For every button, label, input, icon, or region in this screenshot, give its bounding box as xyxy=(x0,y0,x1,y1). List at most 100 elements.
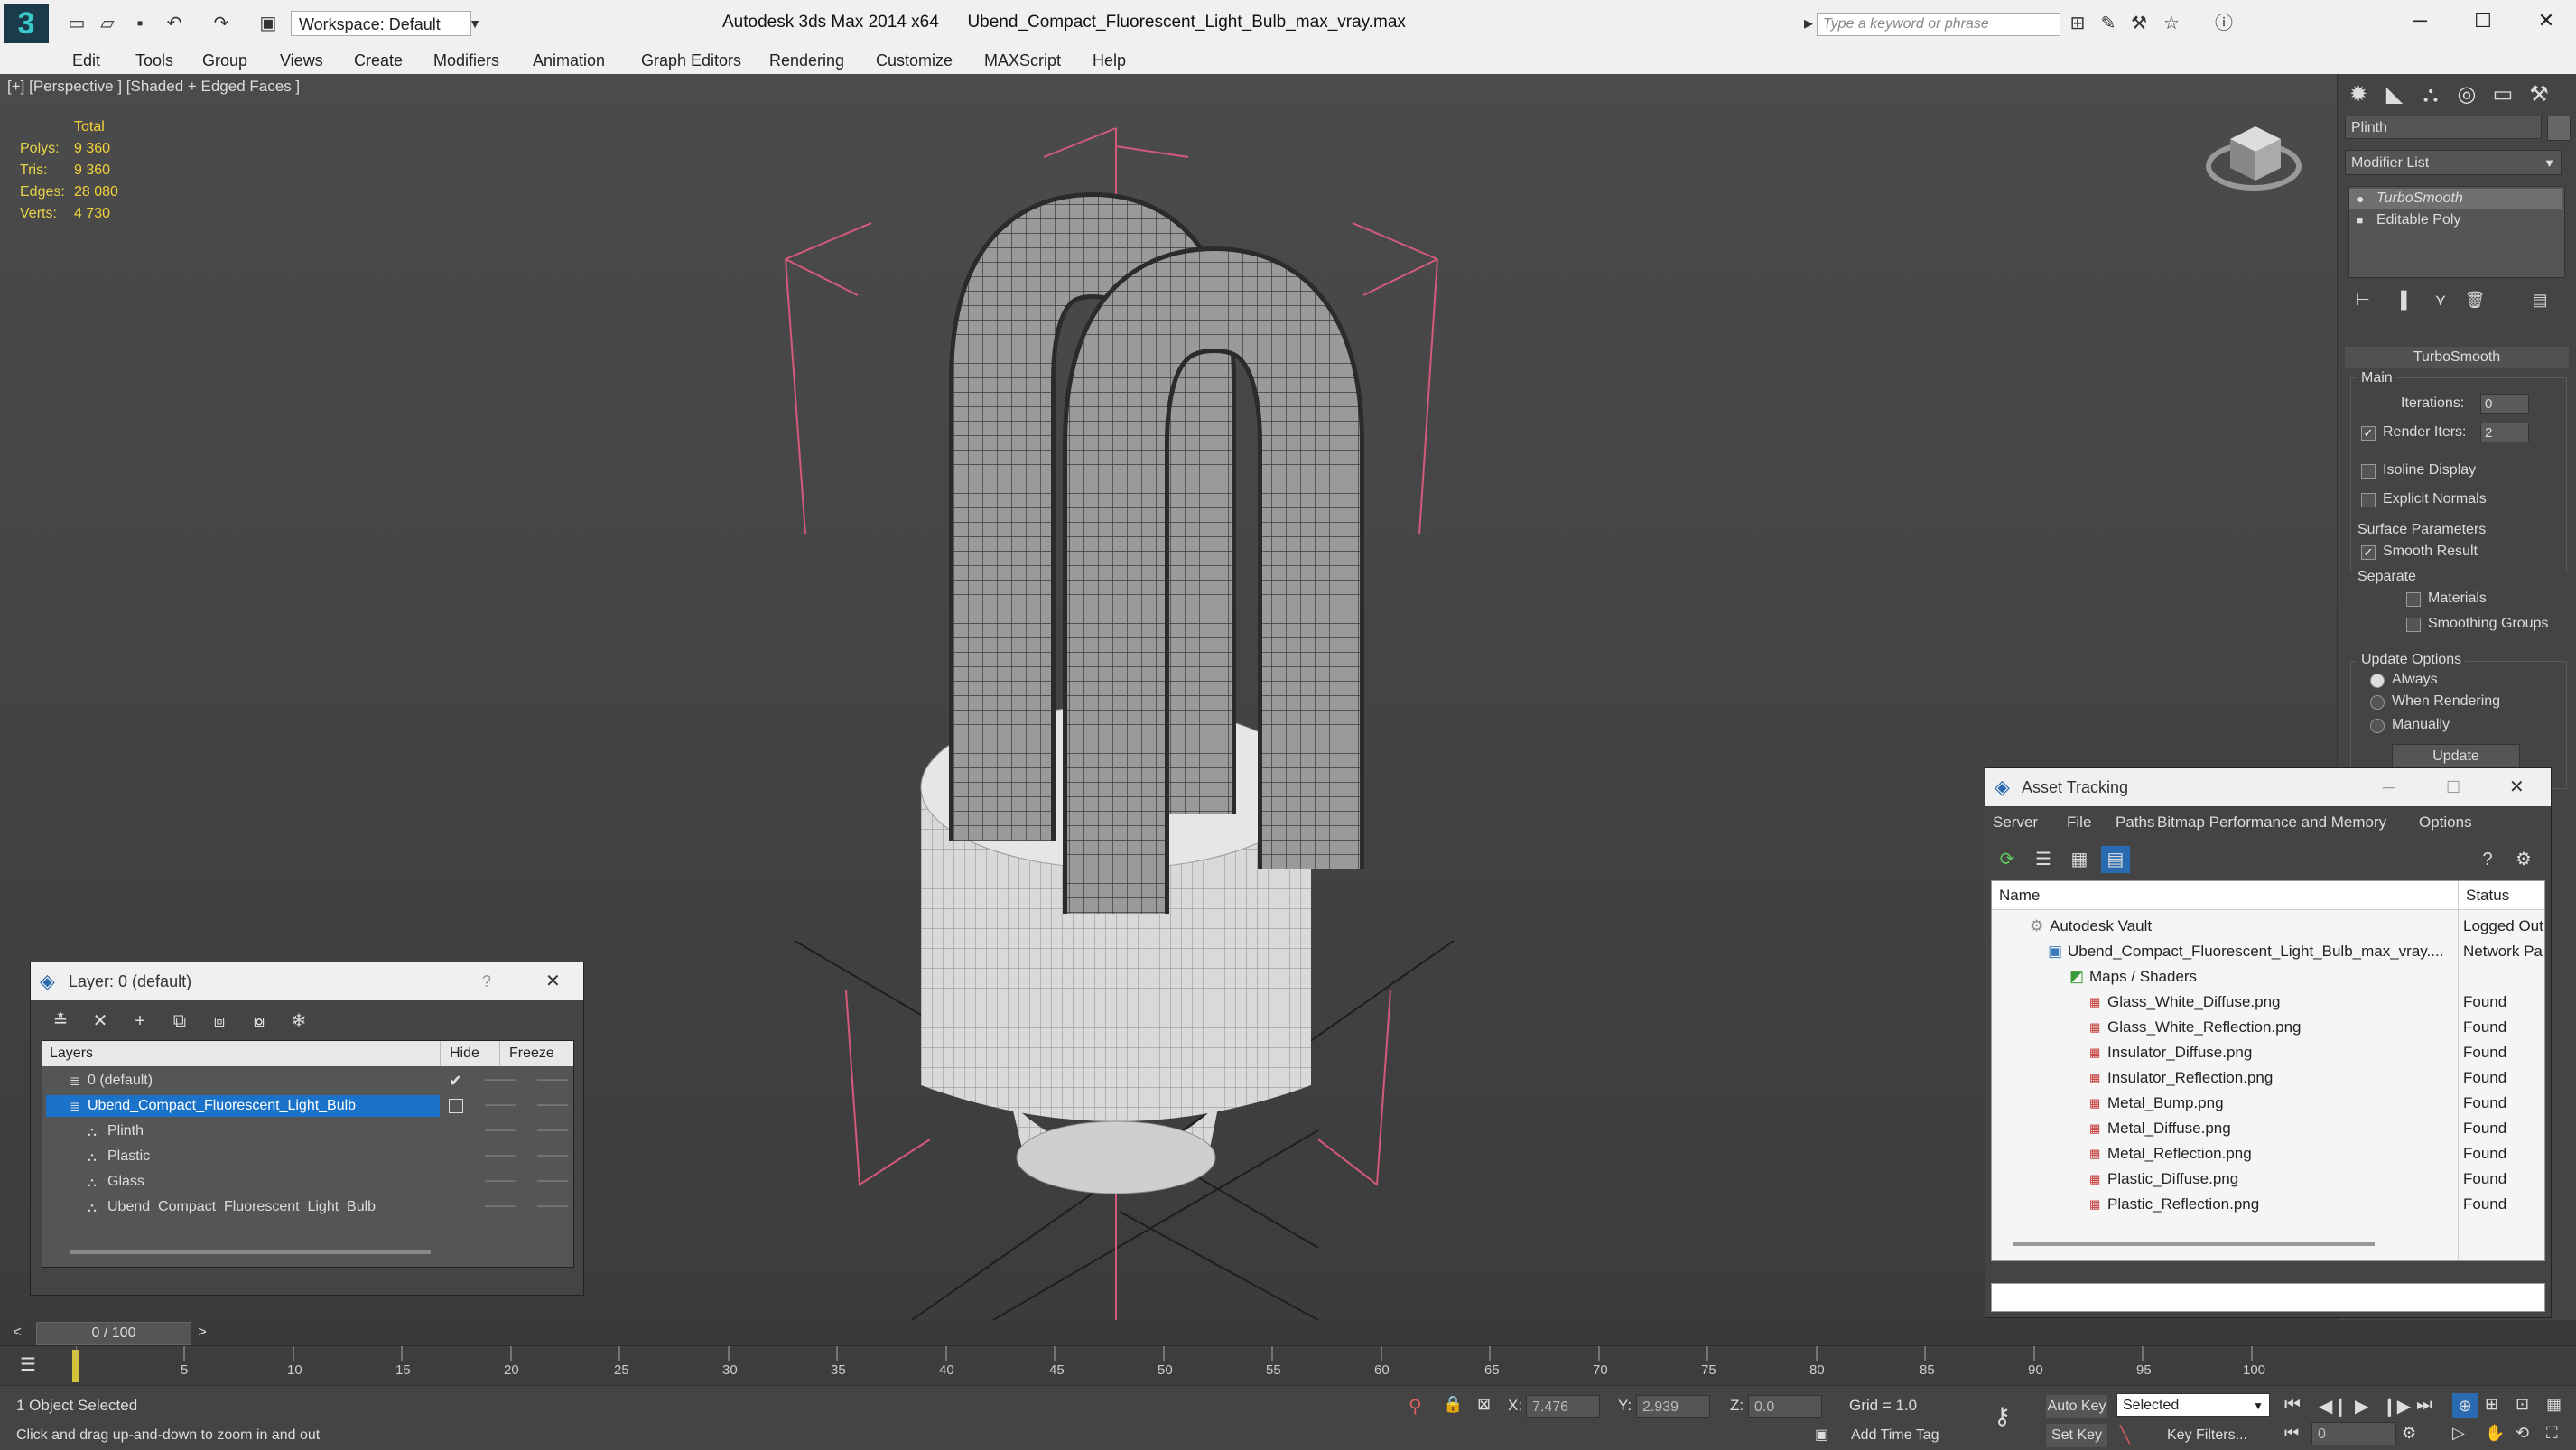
menu-edit[interactable]: Edit xyxy=(72,47,100,74)
go-to-start-icon[interactable]: ⏮ xyxy=(2284,1395,2301,1416)
freeze-toggle[interactable]: ─── xyxy=(537,1093,568,1119)
menu-tools[interactable]: Tools xyxy=(135,47,173,74)
menu-modifiers[interactable]: Modifiers xyxy=(433,47,499,74)
hide-toggle[interactable]: ─── xyxy=(485,1119,516,1144)
asset-row[interactable]: ▣ Ubend_Compact_Fluorescent_Light_Bulb_m… xyxy=(1992,939,2544,964)
select-in-layer-icon[interactable]: ⧉ xyxy=(166,1008,193,1035)
asset-menu-file[interactable]: File xyxy=(2067,806,2091,839)
set-key-filter-icon[interactable]: ╲ xyxy=(2120,1426,2130,1445)
stack-item-turbosmooth[interactable]: ● TurboSmooth xyxy=(2349,189,2562,209)
hide-toggle[interactable]: ─── xyxy=(485,1144,516,1169)
favorites-star-icon[interactable]: ☆ xyxy=(2160,13,2183,34)
asset-row[interactable]: ▦ Metal_Diffuse.png Found xyxy=(1992,1116,2544,1141)
key-icon[interactable]: ⚷ xyxy=(1994,1402,2011,1430)
column-header-hide[interactable]: Hide xyxy=(440,1041,499,1066)
menu-graph-editors[interactable]: Graph Editors xyxy=(641,47,741,74)
table-view-icon[interactable]: ▦ xyxy=(2065,846,2094,873)
help-icon[interactable]: ? xyxy=(482,962,491,1000)
asset-row[interactable]: ▦ Insulator_Reflection.png Found xyxy=(1992,1065,2544,1091)
freeze-toggle[interactable]: ─── xyxy=(537,1068,568,1093)
asset-row[interactable]: ▦ Metal_Reflection.png Found xyxy=(1992,1141,2544,1167)
subscription-icon[interactable]: ⚒ xyxy=(2127,13,2151,34)
key-mode-dropdown[interactable]: Selected ▼ xyxy=(2116,1393,2270,1417)
list-view-icon[interactable]: ☰ xyxy=(2029,846,2058,873)
turbosmooth-rollout-title[interactable]: TurboSmooth xyxy=(2345,347,2569,368)
track-bar[interactable]: ☰ 5 10 15 20 25 30 35 40 45 50 55 60 65 … xyxy=(0,1345,2576,1386)
layer-dialog-titlebar[interactable]: ◈ Layer: 0 (default) ? ✕ xyxy=(31,962,583,1000)
when-rendering-radio[interactable] xyxy=(2370,695,2385,710)
set-key-button[interactable]: Set Key xyxy=(2046,1424,2107,1447)
open-file-icon[interactable]: ▱ xyxy=(96,13,119,34)
pan-icon[interactable]: ✋ xyxy=(2485,1424,2505,1443)
asset-menu-options[interactable]: Options xyxy=(2419,806,2472,839)
asset-menu-server[interactable]: Server xyxy=(1993,806,2038,839)
create-tab-icon[interactable]: ✹ xyxy=(2343,79,2374,110)
show-end-result-icon[interactable]: ▐ xyxy=(2388,287,2413,312)
curve-editor-icon[interactable]: ☰ xyxy=(13,1353,43,1379)
make-unique-icon[interactable]: ⋎ xyxy=(2428,287,2453,312)
isolate-selection-icon[interactable]: ⚲ xyxy=(1409,1395,1422,1417)
asset-row[interactable]: ▦ Plastic_Diffuse.png Found xyxy=(1992,1167,2544,1192)
layer-row[interactable]: ≣ Ubend_Compact_Fluorescent_Light_Bulb ─… xyxy=(42,1093,573,1119)
current-layer-check-icon[interactable]: ✔ xyxy=(449,1068,462,1093)
freeze-toggle[interactable]: ─── xyxy=(537,1194,568,1220)
layer-row[interactable]: ⛬ Glass ─── ─── xyxy=(42,1169,573,1194)
smoothing-groups-checkbox[interactable] xyxy=(2406,618,2421,632)
freeze-toggle[interactable]: ─── xyxy=(537,1119,568,1144)
layer-row[interactable]: ⛬ Plastic ─── ─── xyxy=(42,1144,573,1169)
always-radio[interactable] xyxy=(2370,674,2385,688)
close-icon[interactable]: ✕ xyxy=(2509,768,2525,806)
zoom-icon[interactable]: ⊕ xyxy=(2452,1393,2478,1418)
asset-row[interactable]: ▦ Insulator_Diffuse.png Found xyxy=(1992,1040,2544,1065)
render-iters-spinner[interactable]: 2 xyxy=(2480,423,2529,442)
modify-tab-icon[interactable]: ◣ xyxy=(2379,79,2410,110)
z-coordinate-field[interactable]: 0.0 xyxy=(1748,1395,1822,1418)
menu-animation[interactable]: Animation xyxy=(533,47,605,74)
remove-modifier-icon[interactable]: 🗑 xyxy=(2462,287,2488,312)
asset-path-field[interactable] xyxy=(1991,1283,2545,1312)
horizontal-scrollbar[interactable] xyxy=(2013,1242,2375,1246)
set-current-layer-checkbox[interactable] xyxy=(449,1099,463,1113)
stack-item-editable-poly[interactable]: ■ Editable Poly xyxy=(2349,210,2562,230)
add-to-layer-icon[interactable]: + xyxy=(126,1008,153,1035)
asset-menu-bitmap-performance[interactable]: Bitmap Performance and Memory xyxy=(2157,806,2386,839)
column-header-freeze[interactable]: Freeze xyxy=(499,1041,573,1066)
hide-toggle[interactable]: ─── xyxy=(485,1093,516,1119)
menu-create[interactable]: Create xyxy=(354,47,403,74)
y-coordinate-field[interactable]: 2.939 xyxy=(1636,1395,1710,1418)
menu-maxscript[interactable]: MAXScript xyxy=(984,47,1061,74)
add-time-tag[interactable]: Add Time Tag xyxy=(1851,1427,1939,1444)
isoline-checkbox[interactable] xyxy=(2361,464,2376,479)
binoculars-icon[interactable]: ⊞ xyxy=(2066,13,2089,34)
key-mode-toggle-icon[interactable]: ⏮ xyxy=(2284,1424,2299,1443)
help-icon[interactable]: ? xyxy=(2473,846,2502,873)
modifier-list-dropdown[interactable]: Modifier List ▼ xyxy=(2345,150,2562,175)
freeze-all-layers-icon[interactable]: ❄ xyxy=(285,1008,312,1035)
next-key-icon[interactable]: ❙▶ xyxy=(2382,1395,2411,1417)
save-icon[interactable]: ▪ xyxy=(128,13,152,34)
search-input[interactable]: Type a keyword or phrase xyxy=(1817,13,2060,36)
iterations-spinner[interactable]: 0 xyxy=(2480,394,2529,414)
highlight-layer-icon[interactable]: ⧈ xyxy=(206,1008,233,1035)
render-iters-checkbox[interactable]: ✓ xyxy=(2361,426,2376,441)
help-icon[interactable]: ⓘ xyxy=(2212,13,2236,34)
settings-icon[interactable]: ⚙ xyxy=(2509,846,2538,873)
layer-row[interactable]: ⛬ Ubend_Compact_Fluorescent_Light_Bulb ─… xyxy=(42,1194,573,1220)
hierarchy-tab-icon[interactable]: ⛬ xyxy=(2415,79,2446,110)
asset-row[interactable]: ◩ Maps / Shaders xyxy=(1992,964,2544,990)
workspace-dropdown-arrow-icon[interactable]: ▼ xyxy=(466,11,484,36)
redo-icon[interactable]: ↷ xyxy=(209,13,233,34)
explicit-normals-checkbox[interactable] xyxy=(2361,493,2376,507)
new-file-icon[interactable]: ▭ xyxy=(65,13,88,34)
grid-view-icon[interactable]: ▤ xyxy=(2101,846,2130,873)
undo-icon[interactable]: ↶ xyxy=(163,13,186,34)
asset-row[interactable]: ⚙ Autodesk Vault Logged Out xyxy=(1992,914,2544,939)
orbit-icon[interactable]: ⟲ xyxy=(2516,1424,2529,1443)
project-folder-icon[interactable]: ▣ xyxy=(256,13,280,34)
prev-frame-icon[interactable]: < xyxy=(4,1322,31,1343)
motion-tab-icon[interactable]: ◎ xyxy=(2451,79,2482,110)
delete-layer-icon[interactable]: ✕ xyxy=(87,1008,114,1035)
layer-row[interactable]: ≣ 0 (default) ✔ ─── ─── xyxy=(42,1068,573,1093)
column-header-name[interactable]: Name xyxy=(1992,881,2458,910)
asset-row[interactable]: ▦ Metal_Bump.png Found xyxy=(1992,1091,2544,1116)
